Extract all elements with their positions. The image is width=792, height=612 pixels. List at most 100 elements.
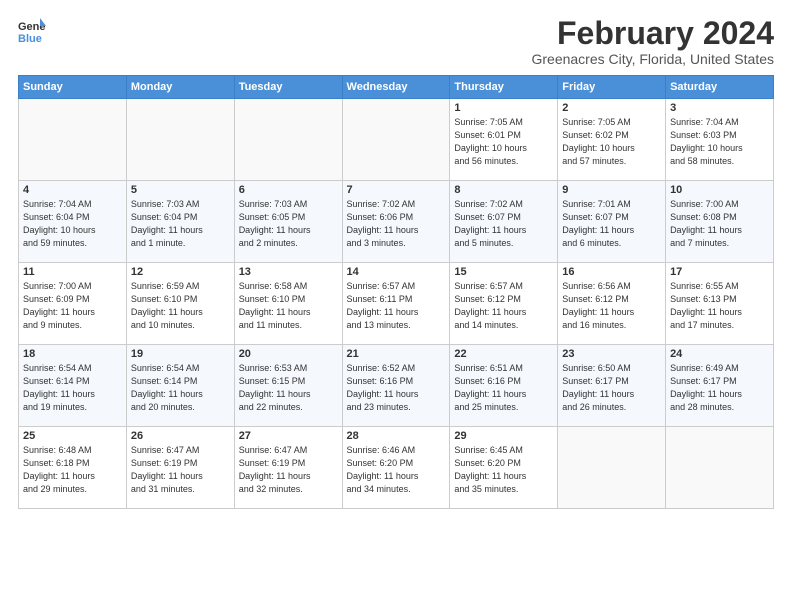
week-row-5: 25Sunrise: 6:48 AMSunset: 6:18 PMDayligh… [19, 427, 774, 509]
header-cell-monday: Monday [126, 76, 234, 99]
day-number: 22 [454, 348, 553, 360]
day-number: 9 [562, 184, 661, 196]
day-cell: 17 Sunrise: 6:55 AMSunset: 6:13 PMDayligh… [666, 263, 774, 345]
logo: General Blue [18, 16, 46, 44]
day-cell: 16 Sunrise: 6:56 AMSunset: 6:12 PMDayligh… [558, 263, 666, 345]
header-cell-wednesday: Wednesday [342, 76, 450, 99]
day-number: 13 [239, 266, 338, 278]
logo-icon: General Blue [18, 16, 46, 44]
week-row-4: 18 Sunrise: 6:54 AMSunset: 6:14 PMDayligh… [19, 345, 774, 427]
day-cell: 15Sunrise: 6:57 AMSunset: 6:12 PMDayligh… [450, 263, 558, 345]
day-number: 18 [23, 348, 122, 360]
day-info: Sunrise: 6:55 AMSunset: 6:13 PMDaylight:… [670, 280, 769, 332]
header-cell-sunday: Sunday [19, 76, 127, 99]
day-cell: 4 Sunrise: 7:04 AMSunset: 6:04 PMDaylight… [19, 181, 127, 263]
day-cell: 13 Sunrise: 6:58 AMSunset: 6:10 PMDayligh… [234, 263, 342, 345]
day-cell: 7 Sunrise: 7:02 AMSunset: 6:06 PMDaylight… [342, 181, 450, 263]
header-cell-thursday: Thursday [450, 76, 558, 99]
day-info: Sunrise: 6:51 AMSunset: 6:16 PMDaylight:… [454, 362, 553, 414]
page: General Blue February 2024 Greenacres Ci… [0, 0, 792, 612]
day-cell: 9Sunrise: 7:01 AMSunset: 6:07 PMDaylight… [558, 181, 666, 263]
day-cell [666, 427, 774, 509]
day-number: 2 [562, 102, 661, 114]
header-cell-friday: Friday [558, 76, 666, 99]
day-info: Sunrise: 6:57 AMSunset: 6:12 PMDaylight:… [454, 280, 553, 332]
day-cell: 5 Sunrise: 7:03 AMSunset: 6:04 PMDaylight… [126, 181, 234, 263]
day-cell: 27 Sunrise: 6:47 AMSunset: 6:19 PMDayligh… [234, 427, 342, 509]
day-info: Sunrise: 7:05 AMSunset: 6:01 PMDaylight:… [454, 116, 553, 168]
header-cell-saturday: Saturday [666, 76, 774, 99]
day-info: Sunrise: 7:05 AMSunset: 6:02 PMDaylight:… [562, 116, 661, 168]
day-number: 7 [347, 184, 446, 196]
day-cell: 14 Sunrise: 6:57 AMSunset: 6:11 PMDayligh… [342, 263, 450, 345]
day-info: Sunrise: 6:48 AMSunset: 6:18 PMDaylight:… [23, 444, 122, 496]
day-cell: 21 Sunrise: 6:52 AMSunset: 6:16 PMDayligh… [342, 345, 450, 427]
day-info: Sunrise: 7:00 AMSunset: 6:09 PMDaylight:… [23, 280, 122, 332]
day-info: Sunrise: 6:54 AMSunset: 6:14 PMDaylight:… [23, 362, 122, 414]
month-title: February 2024 [531, 16, 774, 51]
header-cell-tuesday: Tuesday [234, 76, 342, 99]
day-cell: 6Sunrise: 7:03 AMSunset: 6:05 PMDaylight… [234, 181, 342, 263]
day-info: Sunrise: 6:53 AMSunset: 6:15 PMDaylight:… [239, 362, 338, 414]
day-info: Sunrise: 6:56 AMSunset: 6:12 PMDaylight:… [562, 280, 661, 332]
day-number: 12 [131, 266, 230, 278]
day-number: 20 [239, 348, 338, 360]
day-info: Sunrise: 6:47 AMSunset: 6:19 PMDaylight:… [239, 444, 338, 496]
day-info: Sunrise: 7:04 AMSunset: 6:03 PMDaylight:… [670, 116, 769, 168]
day-info: Sunrise: 6:54 AMSunset: 6:14 PMDaylight:… [131, 362, 230, 414]
day-info: Sunrise: 7:02 AMSunset: 6:06 PMDaylight:… [347, 198, 446, 250]
day-number: 8 [454, 184, 553, 196]
day-cell: 19 Sunrise: 6:54 AMSunset: 6:14 PMDayligh… [126, 345, 234, 427]
day-number: 24 [670, 348, 769, 360]
day-number: 21 [347, 348, 446, 360]
day-info: Sunrise: 6:45 AMSunset: 6:20 PMDaylight:… [454, 444, 553, 496]
day-info: Sunrise: 6:50 AMSunset: 6:17 PMDaylight:… [562, 362, 661, 414]
day-cell: 1 Sunrise: 7:05 AMSunset: 6:01 PMDaylight… [450, 99, 558, 181]
day-number: 3 [670, 102, 769, 114]
calendar-table: SundayMondayTuesdayWednesdayThursdayFrid… [18, 75, 774, 509]
day-info: Sunrise: 6:49 AMSunset: 6:17 PMDaylight:… [670, 362, 769, 414]
day-cell: 18 Sunrise: 6:54 AMSunset: 6:14 PMDayligh… [19, 345, 127, 427]
day-info: Sunrise: 6:46 AMSunset: 6:20 PMDaylight:… [347, 444, 446, 496]
day-number: 4 [23, 184, 122, 196]
day-info: Sunrise: 7:04 AMSunset: 6:04 PMDaylight:… [23, 198, 122, 250]
day-cell: 12 Sunrise: 6:59 AMSunset: 6:10 PMDayligh… [126, 263, 234, 345]
day-info: Sunrise: 6:59 AMSunset: 6:10 PMDaylight:… [131, 280, 230, 332]
day-cell: 20 Sunrise: 6:53 AMSunset: 6:15 PMDayligh… [234, 345, 342, 427]
day-cell [19, 99, 127, 181]
day-number: 29 [454, 430, 553, 442]
day-info: Sunrise: 6:47 AMSunset: 6:19 PMDaylight:… [131, 444, 230, 496]
day-info: Sunrise: 6:52 AMSunset: 6:16 PMDaylight:… [347, 362, 446, 414]
day-cell: 25Sunrise: 6:48 AMSunset: 6:18 PMDayligh… [19, 427, 127, 509]
day-cell: 11 Sunrise: 7:00 AMSunset: 6:09 PMDayligh… [19, 263, 127, 345]
week-row-3: 11 Sunrise: 7:00 AMSunset: 6:09 PMDayligh… [19, 263, 774, 345]
day-number: 16 [562, 266, 661, 278]
title-block: February 2024 Greenacres City, Florida, … [531, 16, 774, 67]
day-cell: 10Sunrise: 7:00 AMSunset: 6:08 PMDayligh… [666, 181, 774, 263]
week-row-2: 4 Sunrise: 7:04 AMSunset: 6:04 PMDaylight… [19, 181, 774, 263]
day-info: Sunrise: 7:02 AMSunset: 6:07 PMDaylight:… [454, 198, 553, 250]
day-number: 6 [239, 184, 338, 196]
day-cell [234, 99, 342, 181]
day-info: Sunrise: 6:58 AMSunset: 6:10 PMDaylight:… [239, 280, 338, 332]
day-info: Sunrise: 6:57 AMSunset: 6:11 PMDaylight:… [347, 280, 446, 332]
day-number: 17 [670, 266, 769, 278]
day-cell: 2 Sunrise: 7:05 AMSunset: 6:02 PMDaylight… [558, 99, 666, 181]
day-number: 10 [670, 184, 769, 196]
day-cell [342, 99, 450, 181]
day-cell [126, 99, 234, 181]
day-cell: 8 Sunrise: 7:02 AMSunset: 6:07 PMDaylight… [450, 181, 558, 263]
day-number: 27 [239, 430, 338, 442]
day-info: Sunrise: 7:03 AMSunset: 6:04 PMDaylight:… [131, 198, 230, 250]
day-cell: 29 Sunrise: 6:45 AMSunset: 6:20 PMDayligh… [450, 427, 558, 509]
day-cell: 24 Sunrise: 6:49 AMSunset: 6:17 PMDayligh… [666, 345, 774, 427]
day-cell: 23Sunrise: 6:50 AMSunset: 6:17 PMDayligh… [558, 345, 666, 427]
day-number: 5 [131, 184, 230, 196]
day-number: 19 [131, 348, 230, 360]
day-cell [558, 427, 666, 509]
svg-text:Blue: Blue [18, 33, 42, 44]
day-number: 1 [454, 102, 553, 114]
header: General Blue February 2024 Greenacres Ci… [18, 16, 774, 67]
day-number: 11 [23, 266, 122, 278]
day-number: 14 [347, 266, 446, 278]
